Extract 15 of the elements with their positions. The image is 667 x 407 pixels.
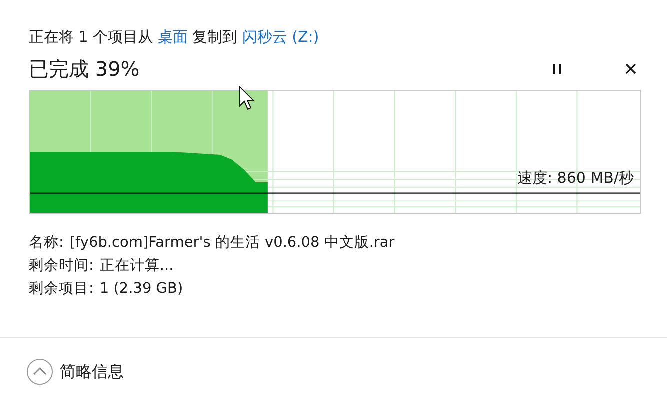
progress-title: 已完成 39% [29, 56, 140, 82]
copy-status-text: 正在将 1 个项目从 桌面 复制到 闪秒云 (Z:) [29, 27, 320, 48]
details-toggle[interactable]: 简略信息 [26, 358, 124, 386]
detail-value: 正在计算... [100, 257, 174, 276]
detail-label: 剩余项目: [29, 280, 94, 299]
cursor-icon [239, 86, 257, 112]
detail-label: 剩余时间: [29, 257, 94, 276]
detail-value: [fy6b.com]Farmer's 的生活 v0.6.08 中文版.rar [70, 234, 395, 253]
detail-label: 名称: [29, 234, 64, 253]
close-icon [625, 63, 637, 75]
pause-icon [551, 63, 563, 75]
location-link[interactable]: 桌面 [158, 28, 188, 46]
location-link[interactable]: 闪秒云 (Z:) [242, 28, 320, 46]
speed-reading: 速度: 860 MB/秒 [517, 169, 634, 188]
detail-value: 1 (2.39 GB) [100, 280, 184, 299]
